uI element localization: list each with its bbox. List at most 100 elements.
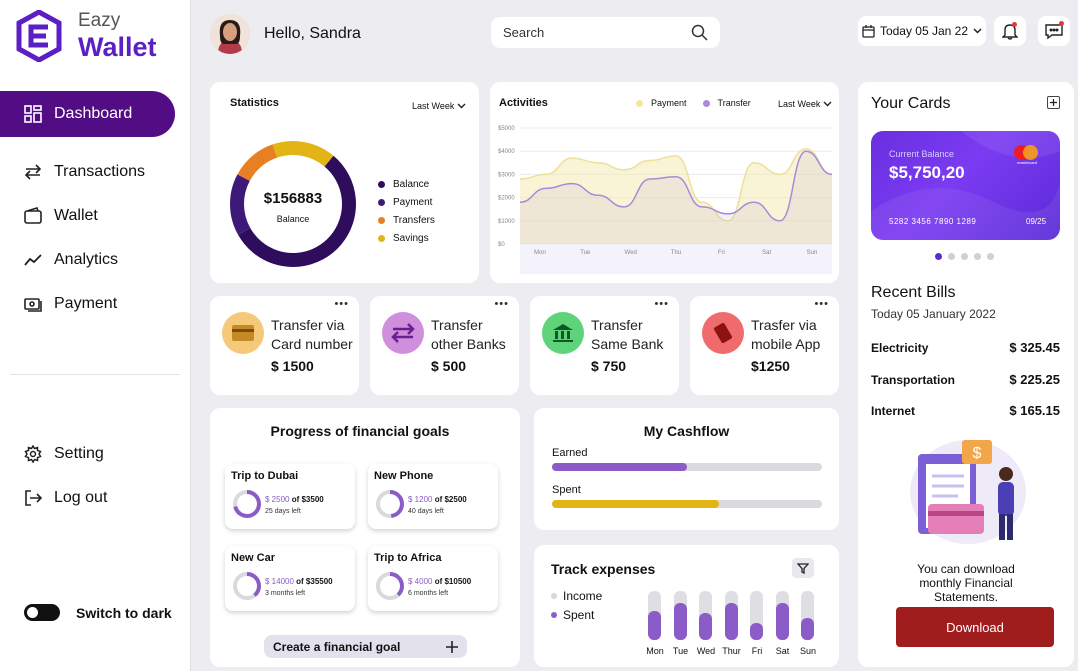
exchange-icon: [382, 312, 424, 354]
download-text: You can download monthly Financial State…: [917, 562, 1015, 604]
nav-dashboard[interactable]: Dashboard: [0, 91, 175, 137]
goal-card[interactable]: Trip to Dubai $ 2500 of $3500 25 days le…: [225, 464, 355, 529]
page-dot[interactable]: [974, 253, 981, 260]
notifications-button[interactable]: [994, 16, 1026, 46]
x-tick-label: Fri: [718, 250, 725, 256]
nav-label: Analytics: [54, 251, 119, 268]
goal-card[interactable]: New Phone $ 1200 of $2500 40 days left: [368, 464, 498, 529]
bill-row[interactable]: Transportation $ 225.25: [871, 372, 1060, 387]
transfer-title: Transfer other Banks: [431, 317, 506, 352]
nav-logout[interactable]: Log out: [0, 475, 175, 521]
goal-card[interactable]: New Car $ 14000 of $35500 3 months left: [225, 546, 355, 611]
goal-amount: $ 2500 of $3500: [265, 495, 324, 504]
dark-mode-toggle[interactable]: [24, 604, 60, 621]
expense-bar[interactable]: [801, 591, 814, 640]
legend-dot: [378, 235, 385, 242]
search-icon[interactable]: [691, 24, 708, 41]
period-label: Last Week: [412, 101, 455, 111]
plus-icon: [446, 640, 458, 653]
nav-wallet[interactable]: Wallet: [0, 193, 175, 239]
more-icon[interactable]: •••: [334, 298, 349, 310]
goal-remaining: 6 months left: [408, 590, 449, 597]
legend-label: Payment: [651, 98, 687, 108]
more-icon[interactable]: •••: [654, 298, 669, 310]
avatar-image: [210, 14, 250, 54]
statements-illustration: $: [910, 440, 1026, 544]
bill-row[interactable]: Internet $ 165.15: [871, 403, 1060, 418]
brand-main: Wallet: [78, 32, 157, 62]
statistics-total: $156883: [263, 190, 323, 207]
card-icon: [222, 312, 264, 354]
bill-amount: $ 325.45: [1009, 340, 1060, 355]
nav-payment[interactable]: Payment: [0, 281, 175, 327]
x-tick-label: Mon: [534, 250, 546, 256]
bill-name: Internet: [871, 403, 916, 418]
filter-button[interactable]: [792, 558, 814, 578]
expense-bar-spent: [724, 603, 738, 640]
transfer-card-number[interactable]: ••• Transfer via Card number $ 1500: [210, 296, 359, 395]
avatar[interactable]: [210, 14, 250, 54]
credit-card[interactable]: Current Balance $5,750,20 mastercard 528…: [871, 131, 1060, 240]
page-dot[interactable]: [948, 253, 955, 260]
activities-period-select[interactable]: Last Week: [778, 99, 832, 109]
search-placeholder: Search: [503, 25, 545, 40]
create-goal-label: Create a financial goal: [273, 639, 401, 654]
legend-dot: [378, 199, 385, 206]
bill-name: Electricity: [871, 340, 929, 355]
chevron-down-icon: [973, 28, 982, 34]
goal-amount: $ 14000 of $35500: [265, 577, 333, 586]
transfer-mobile-app[interactable]: ••• Trasfer via mobile App $1250: [690, 296, 839, 395]
expense-bar[interactable]: [724, 591, 738, 640]
legend-dot: [636, 99, 643, 107]
legend-label: Payment: [393, 197, 433, 208]
page-dot-active[interactable]: [935, 253, 942, 260]
page-dot[interactable]: [961, 253, 968, 260]
legend-dot: [378, 217, 385, 224]
notification-dot: [1012, 22, 1017, 27]
nav-setting[interactable]: Setting: [0, 431, 175, 477]
expense-bar[interactable]: [699, 591, 712, 640]
messages-button[interactable]: [1038, 16, 1070, 46]
logo-icon: [16, 10, 62, 62]
expense-bar-spent: [801, 617, 814, 640]
day-label: Sun: [799, 646, 816, 656]
expense-bar[interactable]: [648, 591, 661, 640]
y-tick-label: $2000: [498, 196, 515, 202]
goal-name: New Phone: [374, 470, 434, 482]
activities-card: Activities Payment Transfer Last Week $0…: [490, 82, 839, 283]
goal-saved: $ 4000: [408, 577, 433, 586]
more-icon[interactable]: •••: [814, 298, 829, 310]
expense-bar-spent: [775, 603, 789, 640]
calendar-icon: [862, 24, 875, 38]
nav-label: Dashboard: [54, 105, 133, 122]
legend-label: Transfers: [393, 215, 435, 226]
cashflow-earned-fill: [552, 463, 687, 471]
create-goal-button[interactable]: Create a financial goal: [264, 635, 467, 658]
transfer-title: Trasfer via mobile App: [751, 317, 821, 352]
expense-bar[interactable]: [750, 591, 763, 640]
date-picker[interactable]: Today 05 Jan 22: [858, 16, 986, 46]
goal-saved: $ 1200: [408, 495, 433, 504]
statistics-period-select[interactable]: Last Week: [412, 101, 466, 111]
goals-card: Progress of financial goals Trip to Duba…: [210, 408, 520, 667]
transfer-other-banks[interactable]: ••• Transfer other Banks $ 500: [370, 296, 519, 395]
search-bar[interactable]: Search: [491, 17, 720, 48]
add-card-button[interactable]: [1047, 96, 1060, 109]
bank-icon: [542, 312, 584, 354]
expense-bar[interactable]: [673, 591, 687, 640]
expense-bar[interactable]: [775, 591, 789, 640]
brand-logo[interactable]: Eazy Wallet: [16, 10, 157, 62]
more-icon[interactable]: •••: [494, 298, 509, 310]
bills-title: Recent Bills: [871, 284, 956, 301]
transfer-same-bank[interactable]: ••• Transfer Same Bank $ 750: [530, 296, 679, 395]
download-button[interactable]: Download: [896, 607, 1054, 647]
card-balance: $5,750,20: [889, 163, 965, 182]
nav-analytics[interactable]: Analytics: [0, 237, 175, 283]
goal-card[interactable]: Trip to Africa $ 4000 of $10500 6 months…: [368, 546, 498, 611]
nav-transactions[interactable]: Transactions: [0, 149, 175, 195]
expenses-title: Track expenses: [551, 561, 656, 577]
brand-top: Eazy: [78, 10, 121, 31]
mastercard-icon: mastercard: [1014, 145, 1044, 165]
page-dot[interactable]: [987, 253, 994, 260]
bill-row[interactable]: Electricity $ 325.45: [871, 340, 1060, 355]
